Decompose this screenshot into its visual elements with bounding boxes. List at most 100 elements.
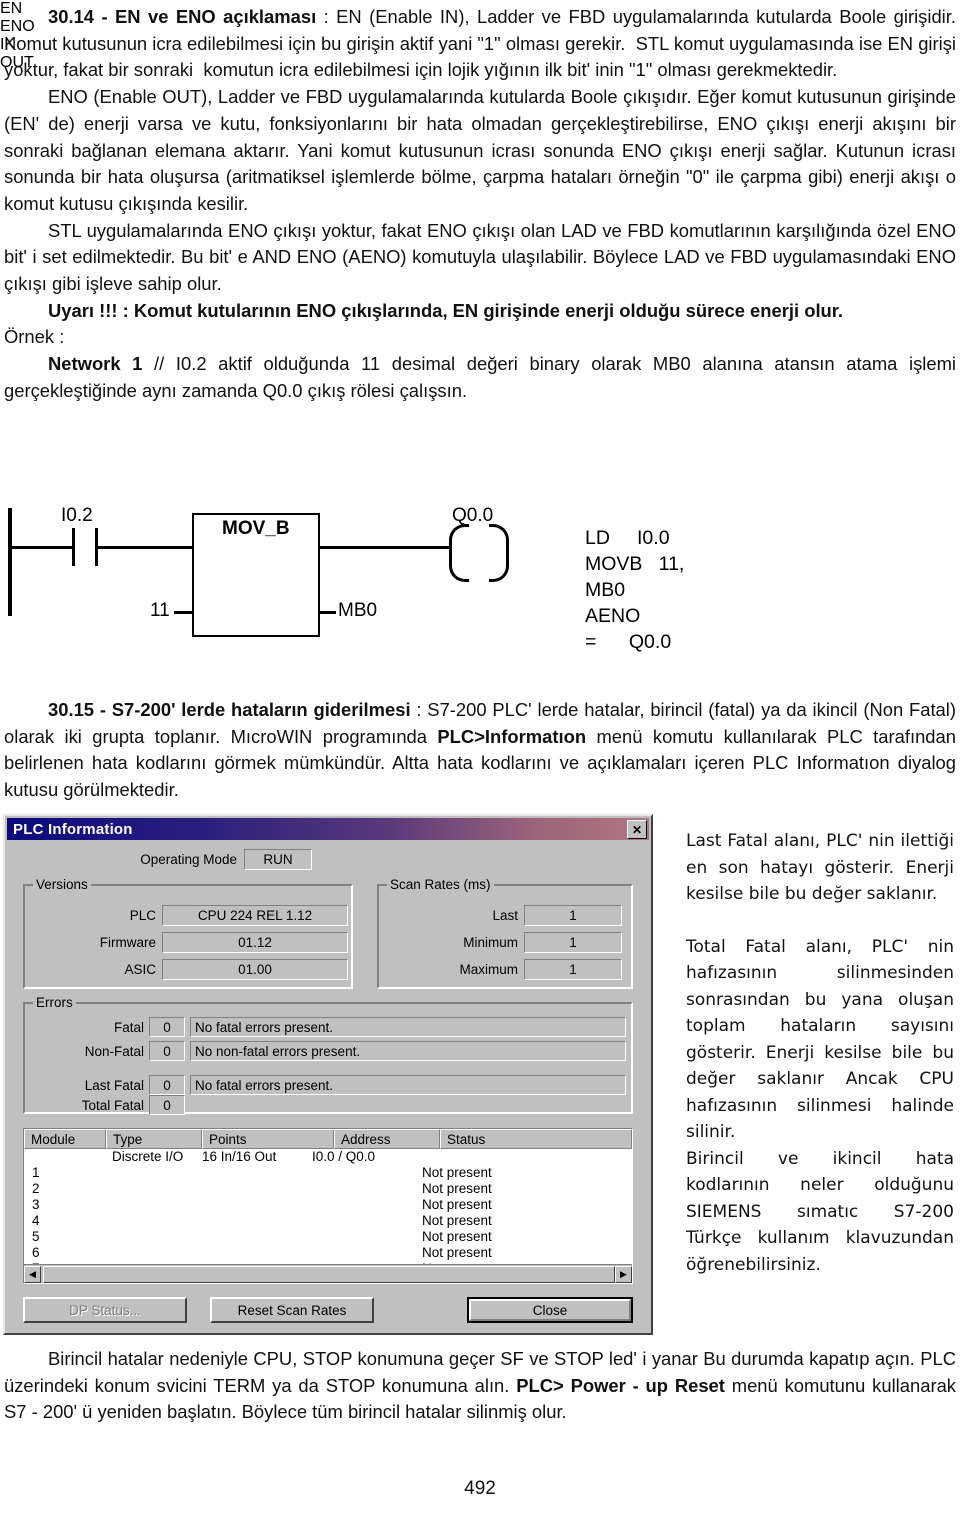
reset-scan-rates-button[interactable]: Reset Scan Rates: [210, 1297, 374, 1323]
heading-30-14-number: 30.14 -: [48, 6, 115, 27]
scan-label-minimum: Minimum: [463, 935, 518, 950]
version-label-plc: PLC: [129, 908, 156, 923]
table-row[interactable]: 2 Not present: [24, 1181, 632, 1197]
section-30-15: 30.15 - S7-200' lerde hataların giderilm…: [4, 697, 956, 804]
module-list-body: Discrete I/O 16 In/16 Out I0.0 / Q0.0 1 …: [24, 1149, 632, 1276]
warning-note: Uyarı !!! : Komut kutularının ENO çıkışl…: [48, 299, 844, 321]
module-list[interactable]: Module Type Points Address Status Discre…: [23, 1128, 633, 1284]
side-notes-column: Last Fatal alanı, PLC' nin ilettiği en s…: [686, 828, 954, 1278]
scan-row-maximum: Maximum 1: [390, 959, 622, 980]
cell-status-3: Not present: [422, 1197, 492, 1212]
version-value-plc: CPU 224 REL 1.12: [162, 905, 348, 926]
network-text: // I0.2 aktif olduğunda 11 desimal değer…: [4, 353, 956, 401]
table-row[interactable]: 4 Not present: [24, 1213, 632, 1229]
table-row[interactable]: 6 Not present: [24, 1245, 632, 1261]
cell-address-0: I0.0 / Q0.0: [312, 1149, 376, 1164]
section-30-14: 30.14 - EN ve ENO açıklaması : EN (Enabl…: [4, 4, 956, 405]
plc-information-menu-command: PLC>Informatıon: [437, 725, 587, 747]
example-label: Örnek :: [4, 326, 65, 348]
plc-information-dialog[interactable]: PLC Information ✕ Operating Mode RUN Ver…: [3, 814, 653, 1335]
paragraph-stl-aeno: STL uygulamalarında ENO çıkışı yoktur, f…: [4, 219, 956, 295]
cell-points-0: 16 In/16 Out: [202, 1149, 277, 1164]
coil-left-arc: [449, 524, 469, 582]
version-label-asic: ASIC: [124, 962, 156, 977]
version-value-asic: 01.00: [162, 959, 348, 980]
dialog-title: PLC Information: [13, 820, 133, 838]
close-button[interactable]: Close: [467, 1297, 633, 1323]
error-text-non-fatal: No non-fatal errors present.: [190, 1041, 626, 1061]
scan-value-minimum: 1: [524, 932, 622, 953]
cell-module-2: 2: [32, 1181, 40, 1196]
module-list-header: Module Type Points Address Status: [24, 1129, 632, 1149]
scroll-right-icon[interactable]: ▶: [615, 1265, 632, 1283]
wire-in-value: [174, 611, 194, 614]
error-row-total-fatal: Total Fatal 0: [34, 1095, 185, 1115]
contact-label: I0.2: [61, 505, 93, 526]
versions-group-label: Versions: [33, 877, 91, 892]
page-number: 492: [464, 1478, 496, 1499]
cell-status-5: Not present: [422, 1229, 492, 1244]
in-value-label: 11: [150, 600, 170, 621]
cell-module-0: [32, 1149, 112, 1165]
power-up-reset-command: PLC> Power - up Reset: [516, 1374, 725, 1396]
network-label: Network 1: [48, 353, 143, 375]
table-row[interactable]: 3 Not present: [24, 1197, 632, 1213]
column-header-type[interactable]: Type: [106, 1129, 202, 1149]
scan-label-maximum: Maximum: [459, 962, 518, 977]
wire-rail-to-contact: [10, 546, 74, 549]
scan-value-maximum: 1: [524, 959, 622, 980]
side-note-last-fatal: Last Fatal alanı, PLC' nin ilettiği en s…: [686, 831, 954, 904]
side-note-total-fatal: Total Fatal alanı, PLC' nin hafızasının …: [686, 936, 954, 1143]
column-header-points[interactable]: Points: [202, 1129, 334, 1149]
table-row[interactable]: Discrete I/O 16 In/16 Out I0.0 / Q0.0: [24, 1149, 632, 1165]
scan-value-last: 1: [524, 905, 622, 926]
wire-eno-to-coil: [314, 546, 452, 549]
error-row-fatal: Fatal 0 No fatal errors present.: [34, 1017, 626, 1037]
cell-status-2: Not present: [422, 1181, 492, 1196]
error-label-fatal: Fatal: [113, 1019, 144, 1035]
scroll-left-icon[interactable]: ◀: [24, 1265, 41, 1283]
cell-module-5: 5: [32, 1229, 40, 1244]
cell-status-6: Not present: [422, 1245, 492, 1260]
scan-rates-groupbox: Scan Rates (ms) Last 1 Minimum 1 Maximum…: [377, 877, 633, 989]
error-count-last-fatal: 0: [149, 1075, 185, 1095]
dp-status-button[interactable]: DP Status...: [23, 1297, 187, 1323]
side-note-error-codes: Birincil ve ikincil hata kodlarının nele…: [686, 1148, 954, 1275]
cell-module-4: 4: [32, 1213, 40, 1228]
versions-groupbox: Versions PLC CPU 224 REL 1.12 Firmware 0…: [23, 877, 353, 989]
network-description: Network 1 // I0.2 aktif olduğunda 11 des…: [4, 351, 956, 404]
operating-mode-value: RUN: [244, 849, 312, 870]
scan-rates-group-label: Scan Rates (ms): [387, 877, 494, 892]
section-30-15-paragraph: 30.15 - S7-200' lerde hataların giderilm…: [4, 697, 956, 804]
scrollbar-thumb[interactable]: [43, 1266, 615, 1283]
column-header-status[interactable]: Status: [440, 1129, 632, 1149]
scan-label-last: Last: [492, 908, 518, 923]
error-count-total-fatal: 0: [149, 1095, 185, 1115]
cell-module-6: 6: [32, 1245, 40, 1260]
version-value-firmware: 01.12: [162, 932, 348, 953]
table-row[interactable]: 5 Not present: [24, 1229, 632, 1245]
column-header-module[interactable]: Module: [24, 1129, 106, 1149]
operating-mode-row: Operating Mode RUN: [125, 849, 312, 870]
out-value-label: MB0: [338, 600, 378, 621]
heading-30-15-number: 30.15 -: [48, 699, 112, 720]
cell-module-3: 3: [32, 1197, 40, 1212]
cell-status-1: Not present: [422, 1165, 492, 1180]
errors-groupbox: Errors Fatal 0 No fatal errors present. …: [23, 995, 633, 1115]
column-header-address[interactable]: Address: [334, 1129, 440, 1149]
version-label-firmware: Firmware: [99, 935, 156, 950]
version-row-firmware: Firmware 01.12: [36, 932, 348, 953]
cell-type-0: Discrete I/O: [112, 1149, 184, 1164]
table-row[interactable]: 1 Not present: [24, 1165, 632, 1181]
cell-module-1: 1: [32, 1165, 40, 1180]
stl-code-listing: LD I0.0 MOVB 11, MB0 AENO = Q0.0: [585, 527, 685, 653]
close-icon[interactable]: ✕: [627, 820, 647, 839]
document-page: 30.14 - EN ve ENO açıklaması : EN (Enabl…: [0, 0, 960, 1516]
dialog-titlebar[interactable]: PLC Information ✕: [7, 818, 649, 840]
close-button-label: Close: [469, 1299, 631, 1321]
heading-30-15-title: S7-200' lerde hataların giderilmesi: [111, 699, 411, 720]
error-count-non-fatal: 0: [149, 1041, 185, 1061]
error-count-fatal: 0: [149, 1017, 185, 1037]
horizontal-scrollbar[interactable]: ◀ ▶: [24, 1264, 632, 1283]
heading-30-14-title: EN ve ENO açıklaması: [115, 6, 317, 27]
